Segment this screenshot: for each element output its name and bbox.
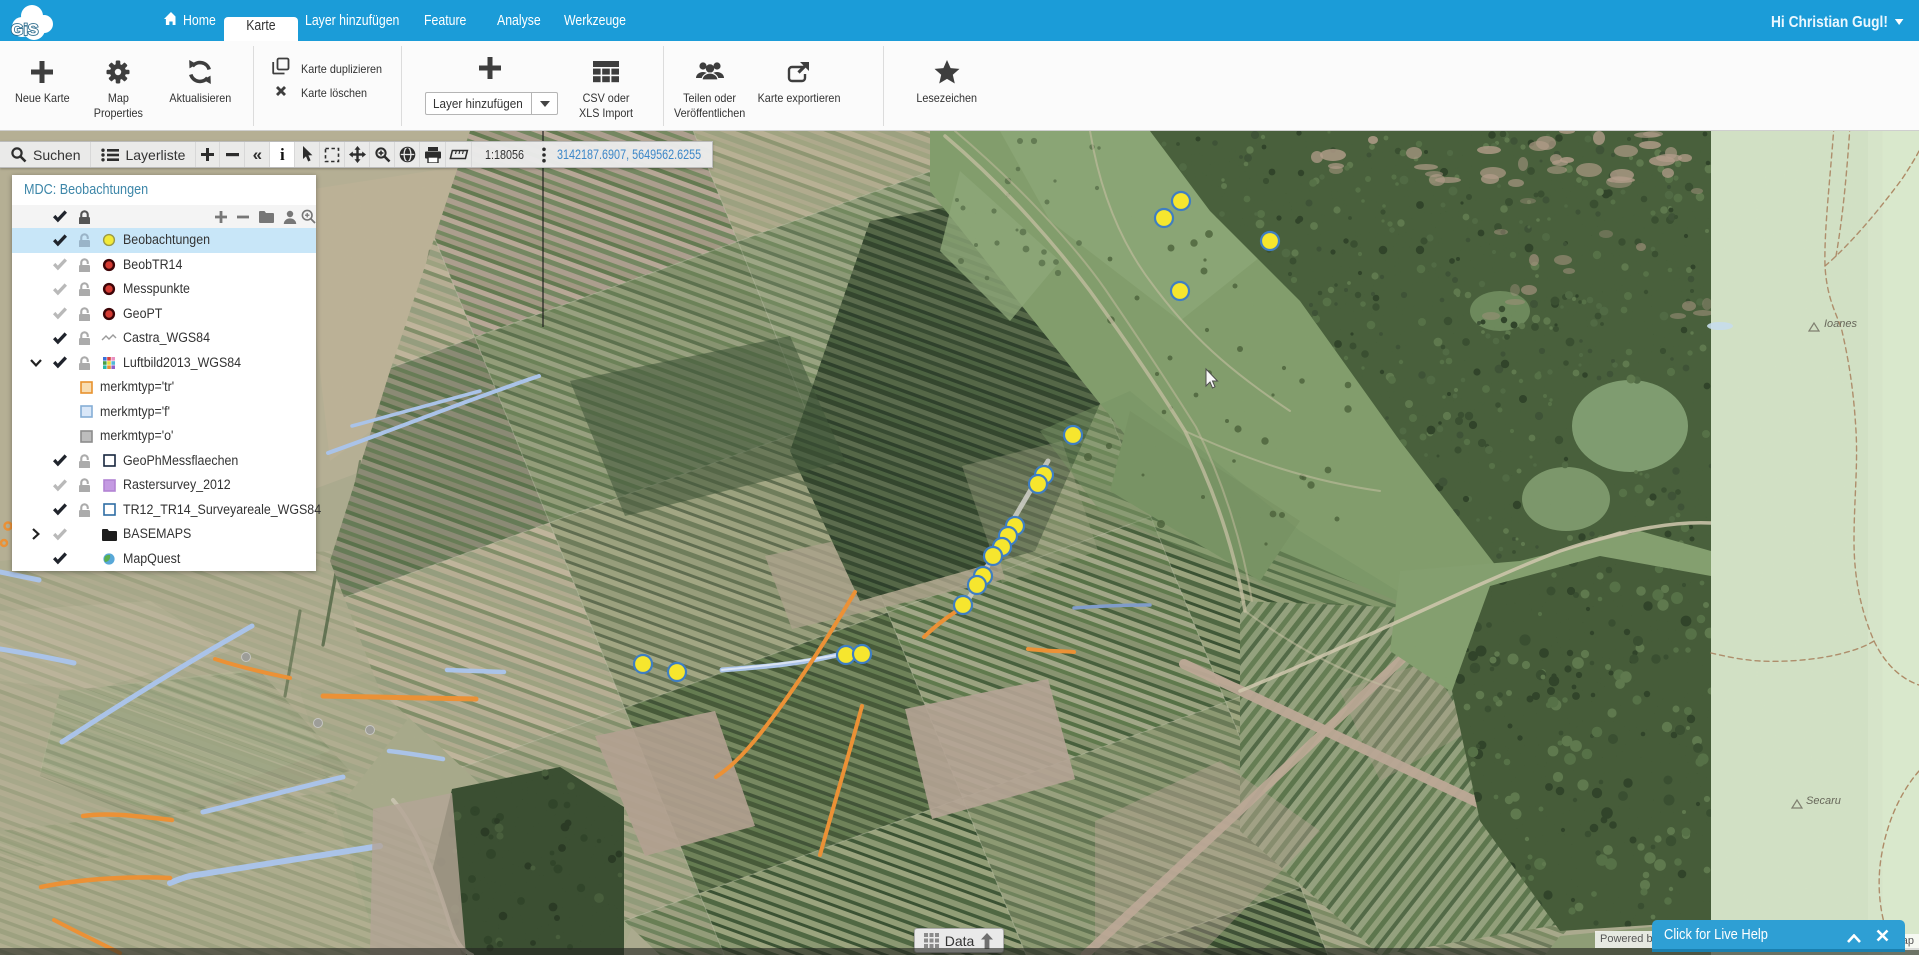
svg-text:GiS: GiS [11,22,39,39]
svg-text:Secaru: Secaru [1806,795,1841,807]
svg-text:Ioanes: Ioanes [1824,318,1858,330]
